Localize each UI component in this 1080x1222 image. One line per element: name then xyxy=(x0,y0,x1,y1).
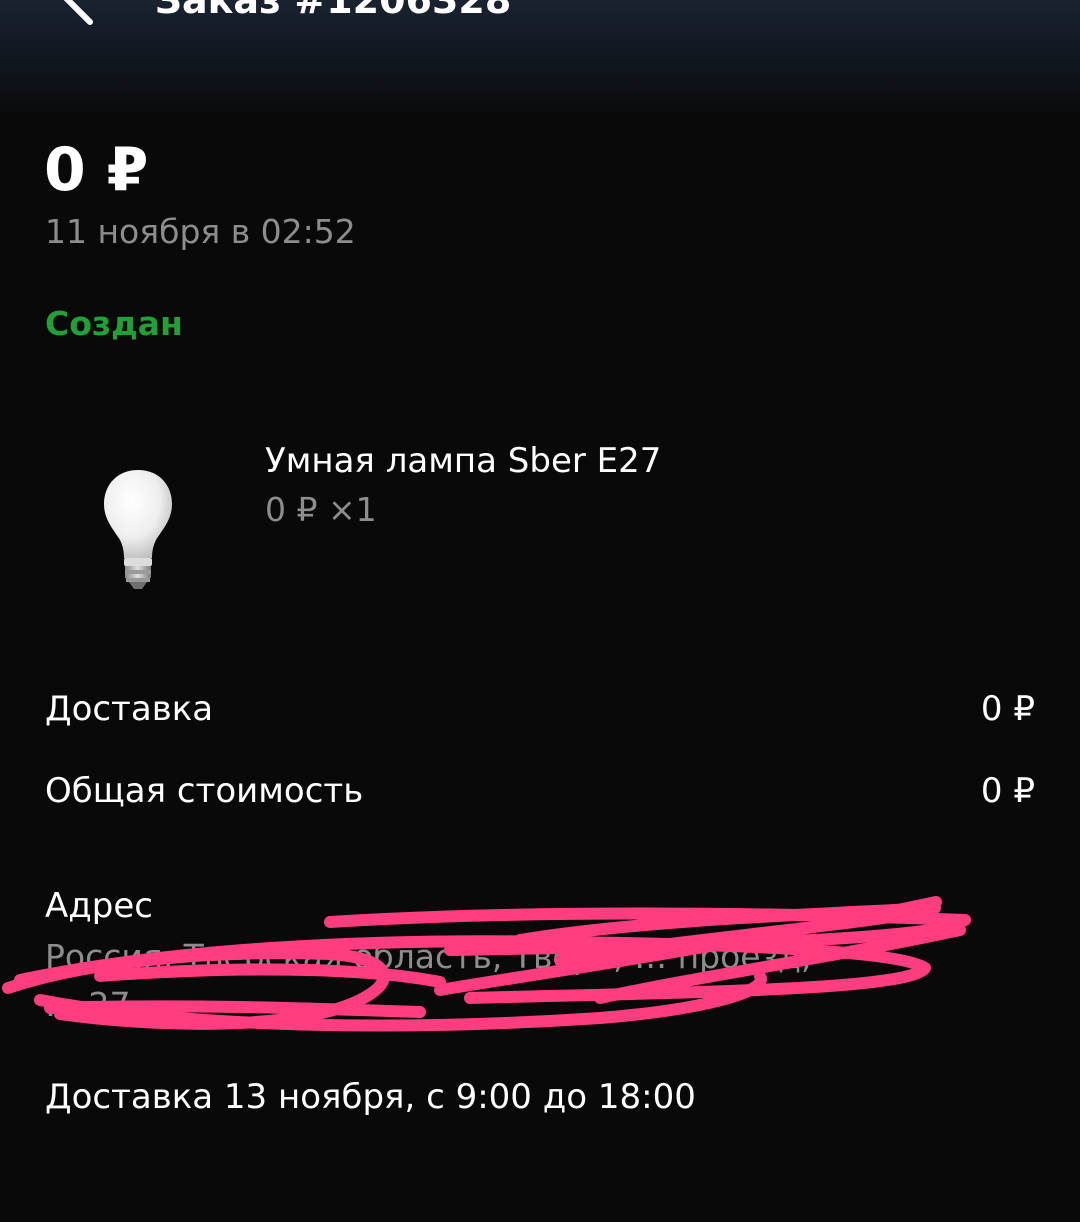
top-app-bar: Заказ #1206328 xyxy=(0,0,1080,120)
chevron-left-icon[interactable] xyxy=(46,0,106,30)
order-title: Заказ #1206328 xyxy=(155,0,512,22)
order-status: Создан xyxy=(45,304,183,343)
delivery-cost-value: 0 ₽ xyxy=(980,689,1035,729)
address-label: Адрес xyxy=(45,886,153,926)
total-cost-row: Общая стоимость 0 ₽ xyxy=(45,768,1035,814)
product-price-quantity: 0 ₽ ×1 xyxy=(265,490,377,529)
address-line-2: … 27 xyxy=(45,985,131,1024)
light-bulb-icon[interactable] xyxy=(96,466,180,592)
address-line-1: Россия, Тверская область, Тверь, … проез… xyxy=(45,937,812,976)
total-cost-value: 0 ₽ xyxy=(980,771,1035,811)
delivery-cost-label: Доставка xyxy=(45,689,214,729)
order-details-screen: Заказ #1206328 0 ₽ 11 ноября в 02:52 Соз… xyxy=(0,0,1080,1222)
total-cost-label: Общая стоимость xyxy=(45,771,364,811)
delivery-cost-row: Доставка 0 ₽ xyxy=(45,686,1035,732)
order-amount: 0 ₽ xyxy=(44,135,149,205)
order-date: 11 ноября в 02:52 xyxy=(45,212,356,251)
delivery-window: Доставка 13 ноября, с 9:00 до 18:00 xyxy=(45,1077,696,1117)
address-value: Россия, Тверская область, Тверь, … проез… xyxy=(45,933,1035,1029)
product-name[interactable]: Умная лампа Sber E27 xyxy=(265,438,661,484)
